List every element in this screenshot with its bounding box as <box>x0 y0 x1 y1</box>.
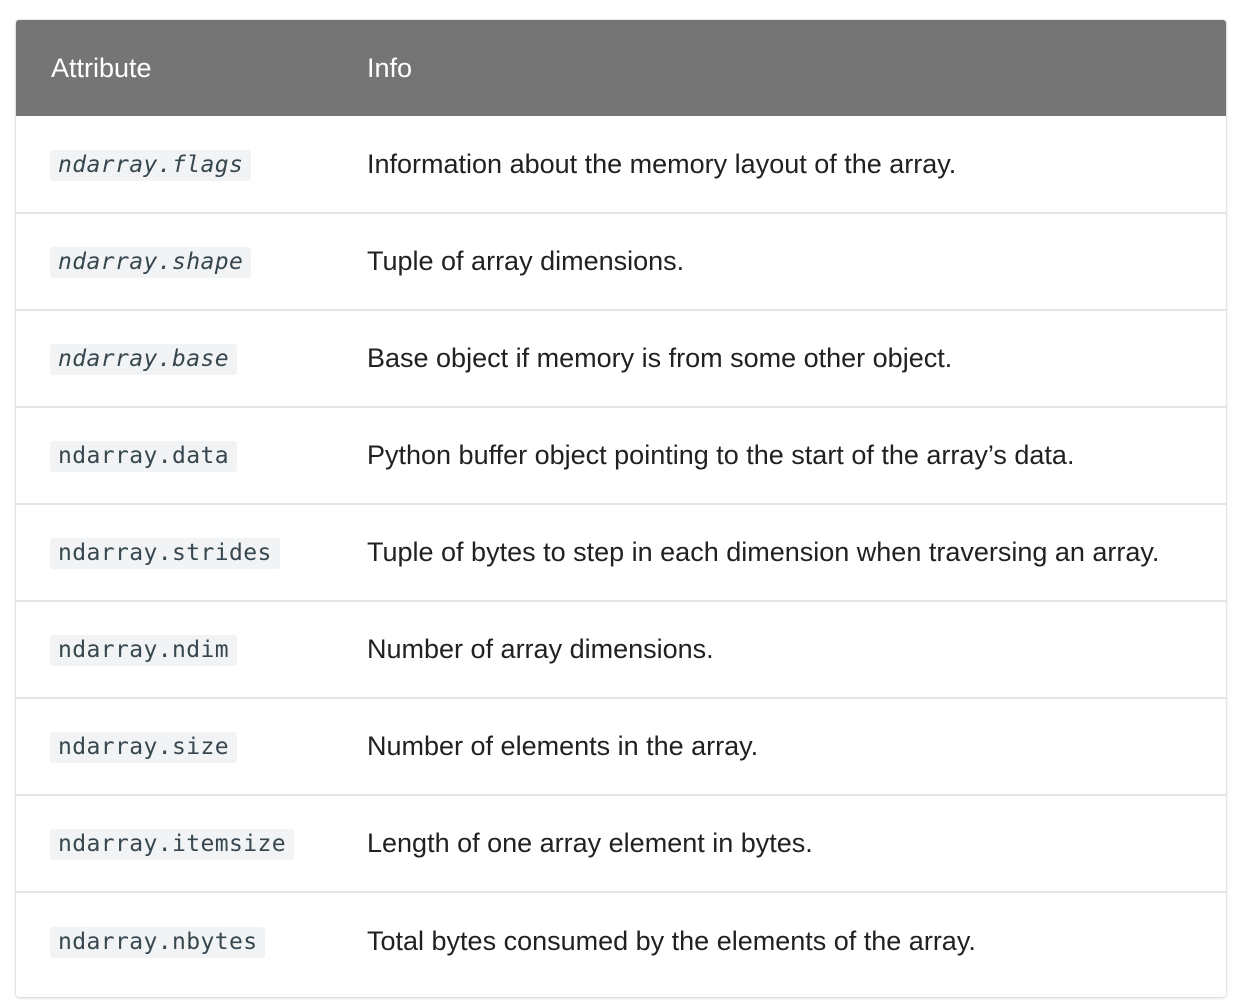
info-cell: Length of one array element in bytes. <box>367 828 813 858</box>
table-row: ndarray.strides Tuple of bytes to step i… <box>16 504 1226 601</box>
info-cell: Total bytes consumed by the elements of … <box>367 925 976 956</box>
attribute-name: ndarray.flags <box>50 149 252 181</box>
header-attribute: Attribute <box>51 52 152 83</box>
attribute-name: ndarray.itemsize <box>50 829 294 860</box>
header-info: Info <box>367 52 413 83</box>
attribute-name: ndarray.ndim <box>50 635 237 666</box>
attribute-name: ndarray.strides <box>50 538 280 569</box>
attribute-name: ndarray.base <box>50 344 237 375</box>
info-cell: Tuple of bytes to step in each dimension… <box>367 537 1160 567</box>
info-cell: Tuple of array dimensions. <box>367 246 685 276</box>
attribute-cell: ndarray.ndim <box>16 601 366 698</box>
table-row: ndarray.flags Information about the memo… <box>16 116 1226 213</box>
table-row: ndarray.ndim Number of array dimensions. <box>16 601 1226 698</box>
attribute-cell: ndarray.data <box>16 407 366 504</box>
attribute-name: ndarray.size <box>50 732 237 763</box>
attribute-cell: ndarray.strides <box>16 504 366 601</box>
info-cell: Python buffer object pointing to the sta… <box>367 440 1075 470</box>
attribute-name: ndarray.data <box>50 441 237 472</box>
info-cell: Number of array dimensions. <box>367 634 714 664</box>
table-row: ndarray.itemsize Length of one array ele… <box>16 795 1226 892</box>
table-row: ndarray.base Base object if memory is fr… <box>16 310 1226 407</box>
attribute-name: ndarray.shape <box>50 247 252 278</box>
info-cell: Base object if memory is from some other… <box>367 343 953 373</box>
attribute-cell: ndarray.flags <box>16 116 366 213</box>
attribute-name: ndarray.nbytes <box>50 926 266 958</box>
header-row: Attribute Info <box>16 20 1226 116</box>
attribute-cell: ndarray.nbytes <box>16 892 366 989</box>
table-body: ndarray.flags Information about the memo… <box>16 116 1226 989</box>
attribute-cell: ndarray.base <box>16 310 366 407</box>
table-header: Attribute Info <box>16 20 1226 116</box>
table-row: ndarray.shape Tuple of array dimensions. <box>16 213 1226 310</box>
table-row: ndarray.nbytes Total bytes consumed by t… <box>16 892 1226 989</box>
info-cell: Number of elements in the array. <box>367 731 759 761</box>
table-row: ndarray.data Python buffer object pointi… <box>16 407 1226 504</box>
attributes-table: Attribute Info ndarray.flags Information… <box>16 20 1226 997</box>
attribute-cell: ndarray.size <box>16 698 366 795</box>
table-row: ndarray.size Number of elements in the a… <box>16 698 1226 795</box>
attribute-cell: ndarray.shape <box>16 213 366 310</box>
info-cell: Information about the memory layout of t… <box>367 148 957 179</box>
attributes-grid: Attribute Info ndarray.flags Information… <box>16 20 1226 989</box>
attribute-cell: ndarray.itemsize <box>16 795 366 892</box>
